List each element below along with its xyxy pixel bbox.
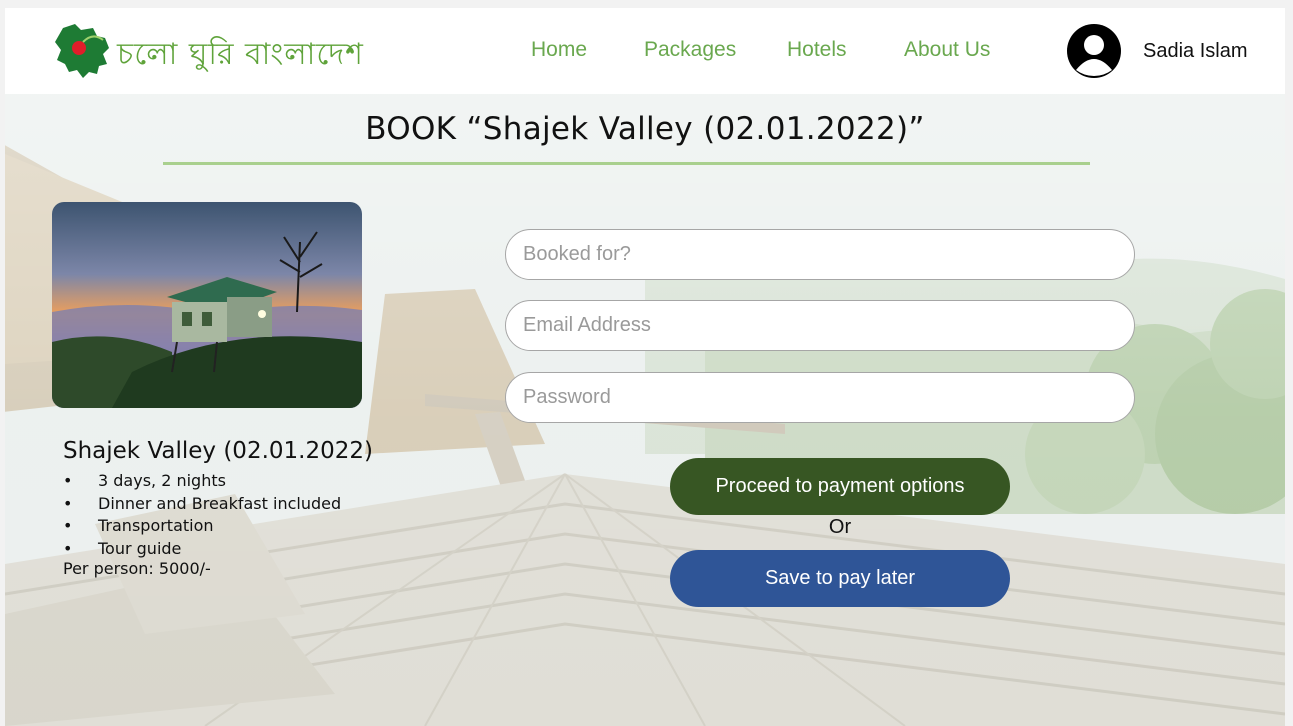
or-separator: Or <box>828 516 852 538</box>
package-price: Per person: 5000/- <box>63 559 211 578</box>
nav-about-us-link[interactable]: About Us <box>904 38 990 61</box>
email-input[interactable] <box>505 300 1135 351</box>
site-header: চলো ঘুরি বাংলাদেশ Home Packages Hotels A… <box>5 8 1285 94</box>
brand-name: চলো ঘুরি বাংলাদেশ <box>117 37 364 72</box>
nav-hotels-link[interactable]: Hotels <box>787 38 847 61</box>
save-to-pay-later-button[interactable]: Save to pay later <box>670 550 1010 607</box>
package-photo-illustration <box>52 202 362 408</box>
bullet: • <box>63 538 73 558</box>
feature-item: • Dinner and Breakfast included <box>63 493 341 516</box>
feature-text: Tour guide <box>98 538 182 558</box>
user-name[interactable]: Sadia Islam <box>1143 40 1248 63</box>
feature-text: Transportation <box>98 516 214 535</box>
nav-packages-link[interactable]: Packages <box>644 38 736 61</box>
nav-packages[interactable]: Packages <box>644 38 736 62</box>
password-input[interactable] <box>505 372 1135 423</box>
bullet: • <box>63 516 73 535</box>
page-title: BOOK “Shajek Valley (02.01.2022)” <box>365 111 925 147</box>
proceed-to-payment-button[interactable]: Proceed to payment options <box>670 458 1010 515</box>
feature-text: 3 days, 2 nights <box>98 471 226 490</box>
feature-item: • Tour guide <box>63 538 341 561</box>
feature-text: Dinner and Breakfast included <box>98 493 342 513</box>
nav-hotels[interactable]: Hotels <box>787 38 847 62</box>
brand-logo[interactable]: চলো ঘুরি বাংলাদেশ <box>53 20 383 82</box>
feature-item: • Transportation <box>63 515 341 538</box>
package-photo <box>52 202 362 408</box>
page: চলো ঘুরি বাংলাদেশ Home Packages Hotels A… <box>5 8 1285 726</box>
feature-item: • 3 days, 2 nights <box>63 470 341 493</box>
nav-about-us[interactable]: About Us <box>904 38 990 62</box>
package-features: • 3 days, 2 nights • Dinner and Breakfast … <box>63 470 341 560</box>
booked-for-input[interactable] <box>505 229 1135 280</box>
nav-home-link[interactable]: Home <box>531 38 587 61</box>
bullet: • <box>63 471 73 490</box>
bangladesh-map-flag-icon <box>55 24 109 78</box>
nav-home[interactable]: Home <box>531 38 587 62</box>
bullet: • <box>63 493 73 513</box>
title-underline <box>163 162 1090 165</box>
user-avatar-icon[interactable] <box>1067 24 1121 78</box>
package-name: Shajek Valley (02.01.2022) <box>63 438 373 464</box>
